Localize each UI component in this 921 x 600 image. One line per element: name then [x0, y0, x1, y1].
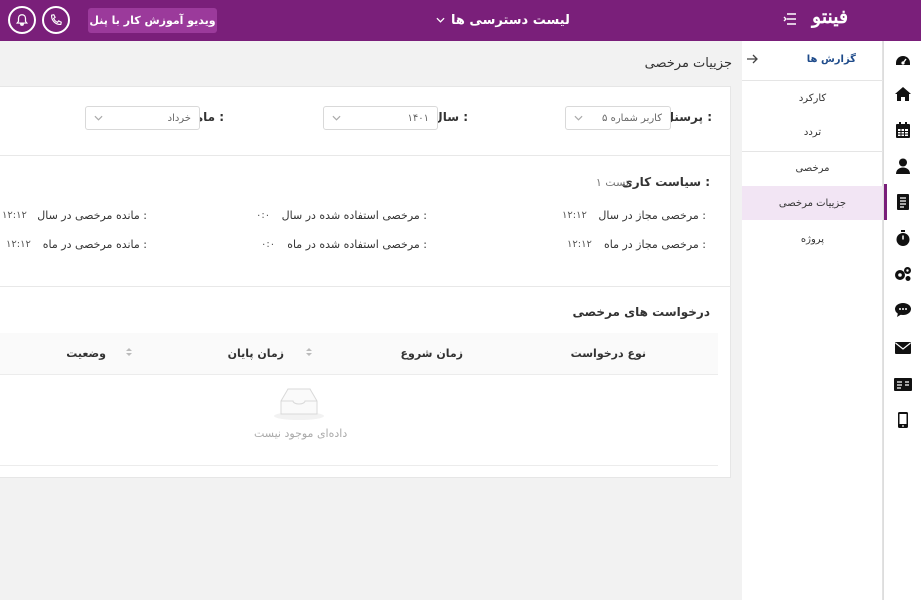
allowed-leave-month-value: ۱۲:۱۲ [567, 239, 592, 250]
year-selected-value: ۱۴۰۱ [407, 112, 429, 124]
submenu-item-label: مرخصی [795, 162, 830, 174]
work-policy-value: تست ۱ [595, 176, 629, 189]
access-list-dropdown[interactable]: لیست دسترسی ها [436, 9, 570, 31]
year-select[interactable]: ۱۴۰۱ [323, 106, 438, 130]
month-select[interactable]: خرداد [85, 106, 200, 130]
section-divider [0, 155, 731, 156]
home-icon[interactable] [893, 84, 913, 104]
support-call-button[interactable] [42, 6, 70, 34]
submenu-item-leave-details[interactable]: جزییات مرخصی [742, 186, 883, 220]
page-title: جزییات مرخصی [644, 56, 732, 71]
submenu-item-label: کارکرد [798, 92, 827, 104]
used-leave-year-value: ۰:۰ [256, 210, 271, 221]
section-divider [0, 286, 731, 287]
icon-rail [883, 41, 921, 600]
sort-icon[interactable] [125, 346, 133, 358]
remaining-leave-year-value: ۱۲:۱۲ [2, 210, 27, 221]
allowed-leave-year-value: ۱۲:۱۲ [562, 210, 587, 221]
chevron-down-icon [574, 115, 583, 121]
reports-submenu: گزارش ها کارکرد تردد مرخصی جزییات مرخصی … [742, 41, 883, 600]
submenu-item-project[interactable]: پروژه [742, 222, 883, 256]
sort-icon[interactable] [305, 346, 313, 358]
mail-icon[interactable] [893, 338, 913, 358]
submenu-item-label: تردد [803, 126, 822, 138]
calendar-icon[interactable] [893, 120, 913, 140]
menu-toggle-icon[interactable] [783, 11, 797, 27]
top-bar: ویدیو آموزش کار با پنل لیست دسترسی ها فی… [0, 0, 921, 41]
arrow-right-icon[interactable] [746, 53, 758, 65]
work-policy-label: سیاست کاری : [621, 175, 710, 189]
dashboard-icon[interactable] [893, 50, 913, 70]
app-logo[interactable]: فینتو [812, 6, 848, 28]
month-selected-value: خرداد [167, 112, 191, 124]
chat-icon[interactable] [893, 300, 913, 320]
personnel-select[interactable]: کاربر شماره ۵ [565, 106, 671, 130]
column-end-time[interactable]: زمان پایان [228, 347, 284, 360]
column-status[interactable]: وضعیت [66, 347, 106, 360]
document-icon[interactable] [884, 184, 913, 220]
stopwatch-icon[interactable] [893, 228, 913, 248]
allowed-leave-year-label: مرخصی مجاز در سال : [598, 209, 706, 222]
user-icon[interactable] [893, 156, 913, 176]
submenu-item-work-report[interactable]: کارکرد [742, 81, 883, 115]
table-header: نوع درخواست زمان شروع زمان پایان وضعیت [0, 333, 718, 375]
month-label: ماه : [195, 110, 224, 124]
allowed-leave-month-label: مرخصی مجاز در ماه : [603, 238, 706, 251]
remaining-leave-month-label: مانده مرخصی در ماه : [42, 238, 147, 251]
column-request-type[interactable]: نوع درخواست [571, 347, 646, 360]
empty-inbox-icon [274, 388, 324, 420]
chevron-down-icon [94, 115, 103, 121]
leave-details-card: پرسنل : کاربر شماره ۵ سال : ۱۴۰۱ ماه : خ… [0, 86, 731, 478]
used-leave-month-value: ۰:۰ [261, 239, 276, 250]
submenu-title: گزارش ها [806, 54, 856, 65]
submenu-item-label: پروژه [800, 233, 825, 245]
leave-requests-title: درخواست های مرخصی [572, 305, 710, 319]
used-leave-year-label: مرخصی استفاده شده در سال : [281, 209, 427, 222]
empty-state-text: داده‌ای موجود نیست [254, 427, 348, 440]
remaining-leave-year-label: مانده مرخصی در سال : [37, 209, 147, 222]
settings-icon[interactable] [893, 264, 913, 284]
bell-icon [15, 14, 29, 26]
mobile-icon[interactable] [893, 410, 913, 430]
submenu-item-attendance[interactable]: تردد [742, 115, 883, 149]
notifications-button[interactable] [8, 6, 36, 34]
access-list-label: لیست دسترسی ها [451, 12, 570, 28]
submenu-header: گزارش ها [742, 41, 883, 81]
phone-icon [51, 14, 62, 25]
personnel-selected-value: کاربر شماره ۵ [602, 112, 662, 124]
submenu-item-label: جزییات مرخصی [778, 197, 847, 209]
chevron-down-icon [332, 115, 341, 121]
used-leave-month-label: مرخصی استفاده شده در ماه : [287, 238, 427, 251]
video-tutorial-button[interactable]: ویدیو آموزش کار با پنل [88, 8, 217, 33]
chevron-down-icon [436, 17, 445, 23]
remaining-leave-month-value: ۱۲:۱۲ [6, 239, 31, 250]
table-bottom-border [0, 465, 718, 466]
submenu-item-leave[interactable]: مرخصی [742, 151, 883, 185]
id-card-icon[interactable] [893, 374, 913, 394]
column-start-time[interactable]: زمان شروع [400, 347, 463, 360]
